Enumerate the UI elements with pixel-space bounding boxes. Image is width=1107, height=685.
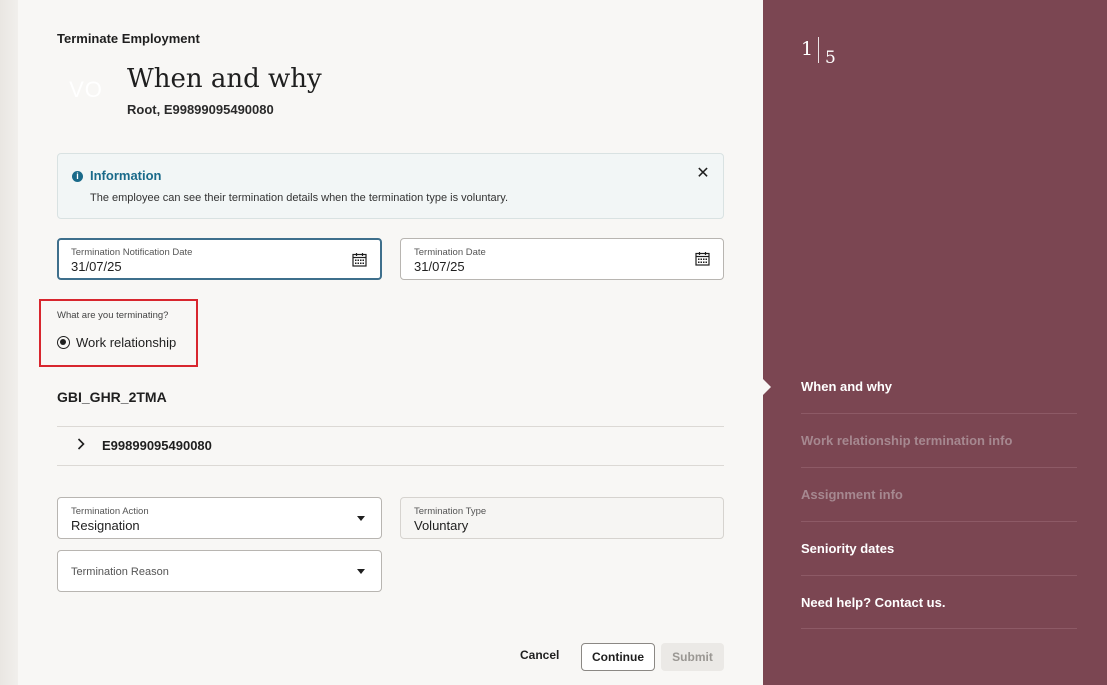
field-label: Termination Reason xyxy=(71,566,169,578)
divider xyxy=(57,426,724,427)
caret-down-icon[interactable] xyxy=(357,569,365,574)
caret-down-icon[interactable] xyxy=(357,516,365,521)
work-relationship-title: GBI_GHR_2TMA xyxy=(57,389,167,405)
left-background-strip xyxy=(0,0,18,685)
assignment-row-toggle[interactable]: E99899095490080 xyxy=(102,438,212,453)
terminating-question-label: What are you terminating? xyxy=(57,310,169,321)
nav-item-need-help[interactable]: Need help? Contact us. xyxy=(801,595,945,610)
termination-action-select[interactable]: Termination Action Resignation xyxy=(57,497,382,539)
step-separator xyxy=(818,37,819,63)
field-value: Resignation xyxy=(71,518,140,533)
chevron-right-icon[interactable] xyxy=(74,437,88,451)
avatar: VO xyxy=(69,77,103,102)
continue-button[interactable]: Continue xyxy=(581,643,655,671)
progress-panel: 1 5 When and why Work relationship termi… xyxy=(763,0,1107,685)
nav-divider xyxy=(801,628,1077,629)
nav-item-work-relationship-termination-info: Work relationship termination info xyxy=(801,433,1013,448)
termination-type-field: Termination Type Voluntary xyxy=(400,497,724,539)
field-value: 31/07/25 xyxy=(71,259,122,274)
information-banner: i Information The employee can see their… xyxy=(57,153,724,219)
page-title: When and why xyxy=(127,64,322,94)
submit-button[interactable]: Submit xyxy=(661,643,724,671)
nav-divider xyxy=(801,521,1077,522)
current-step-pointer xyxy=(763,379,771,395)
work-relationship-radio-label[interactable]: Work relationship xyxy=(76,335,176,350)
termination-date-field[interactable]: Termination Date 31/07/25 xyxy=(400,238,724,280)
current-step-number: 1 xyxy=(801,38,814,60)
info-text: The employee can see their termination d… xyxy=(90,192,509,204)
main-content: Terminate Employment VO When and why Roo… xyxy=(18,0,763,685)
field-label: Termination Action xyxy=(71,506,149,517)
total-steps-number: 5 xyxy=(825,48,836,68)
app-title: Terminate Employment xyxy=(57,31,200,46)
termination-notification-date-field[interactable]: Termination Notification Date 31/07/25 xyxy=(57,238,382,280)
nav-item-assignment-info: Assignment info xyxy=(801,487,903,502)
field-value: Voluntary xyxy=(414,518,469,533)
field-value: 31/07/25 xyxy=(414,259,465,274)
calendar-icon[interactable] xyxy=(695,251,710,266)
nav-divider xyxy=(801,413,1077,414)
nav-item-when-and-why[interactable]: When and why xyxy=(801,379,892,394)
info-icon: i xyxy=(72,171,83,182)
field-label: Termination Type xyxy=(414,506,487,517)
nav-divider xyxy=(801,467,1077,468)
nav-divider xyxy=(801,575,1077,576)
close-icon[interactable]: ✕ xyxy=(695,166,711,182)
work-relationship-radio[interactable] xyxy=(57,336,70,349)
termination-reason-select[interactable]: Termination Reason xyxy=(57,550,382,592)
divider xyxy=(57,465,724,466)
field-label: Termination Date xyxy=(414,247,486,258)
page-subtitle: Root, E99899095490080 xyxy=(127,102,274,117)
cancel-button[interactable]: Cancel xyxy=(520,648,559,662)
calendar-icon[interactable] xyxy=(352,252,367,267)
nav-item-seniority-dates[interactable]: Seniority dates xyxy=(801,541,894,556)
field-label: Termination Notification Date xyxy=(71,247,193,258)
info-title: Information xyxy=(90,168,162,183)
